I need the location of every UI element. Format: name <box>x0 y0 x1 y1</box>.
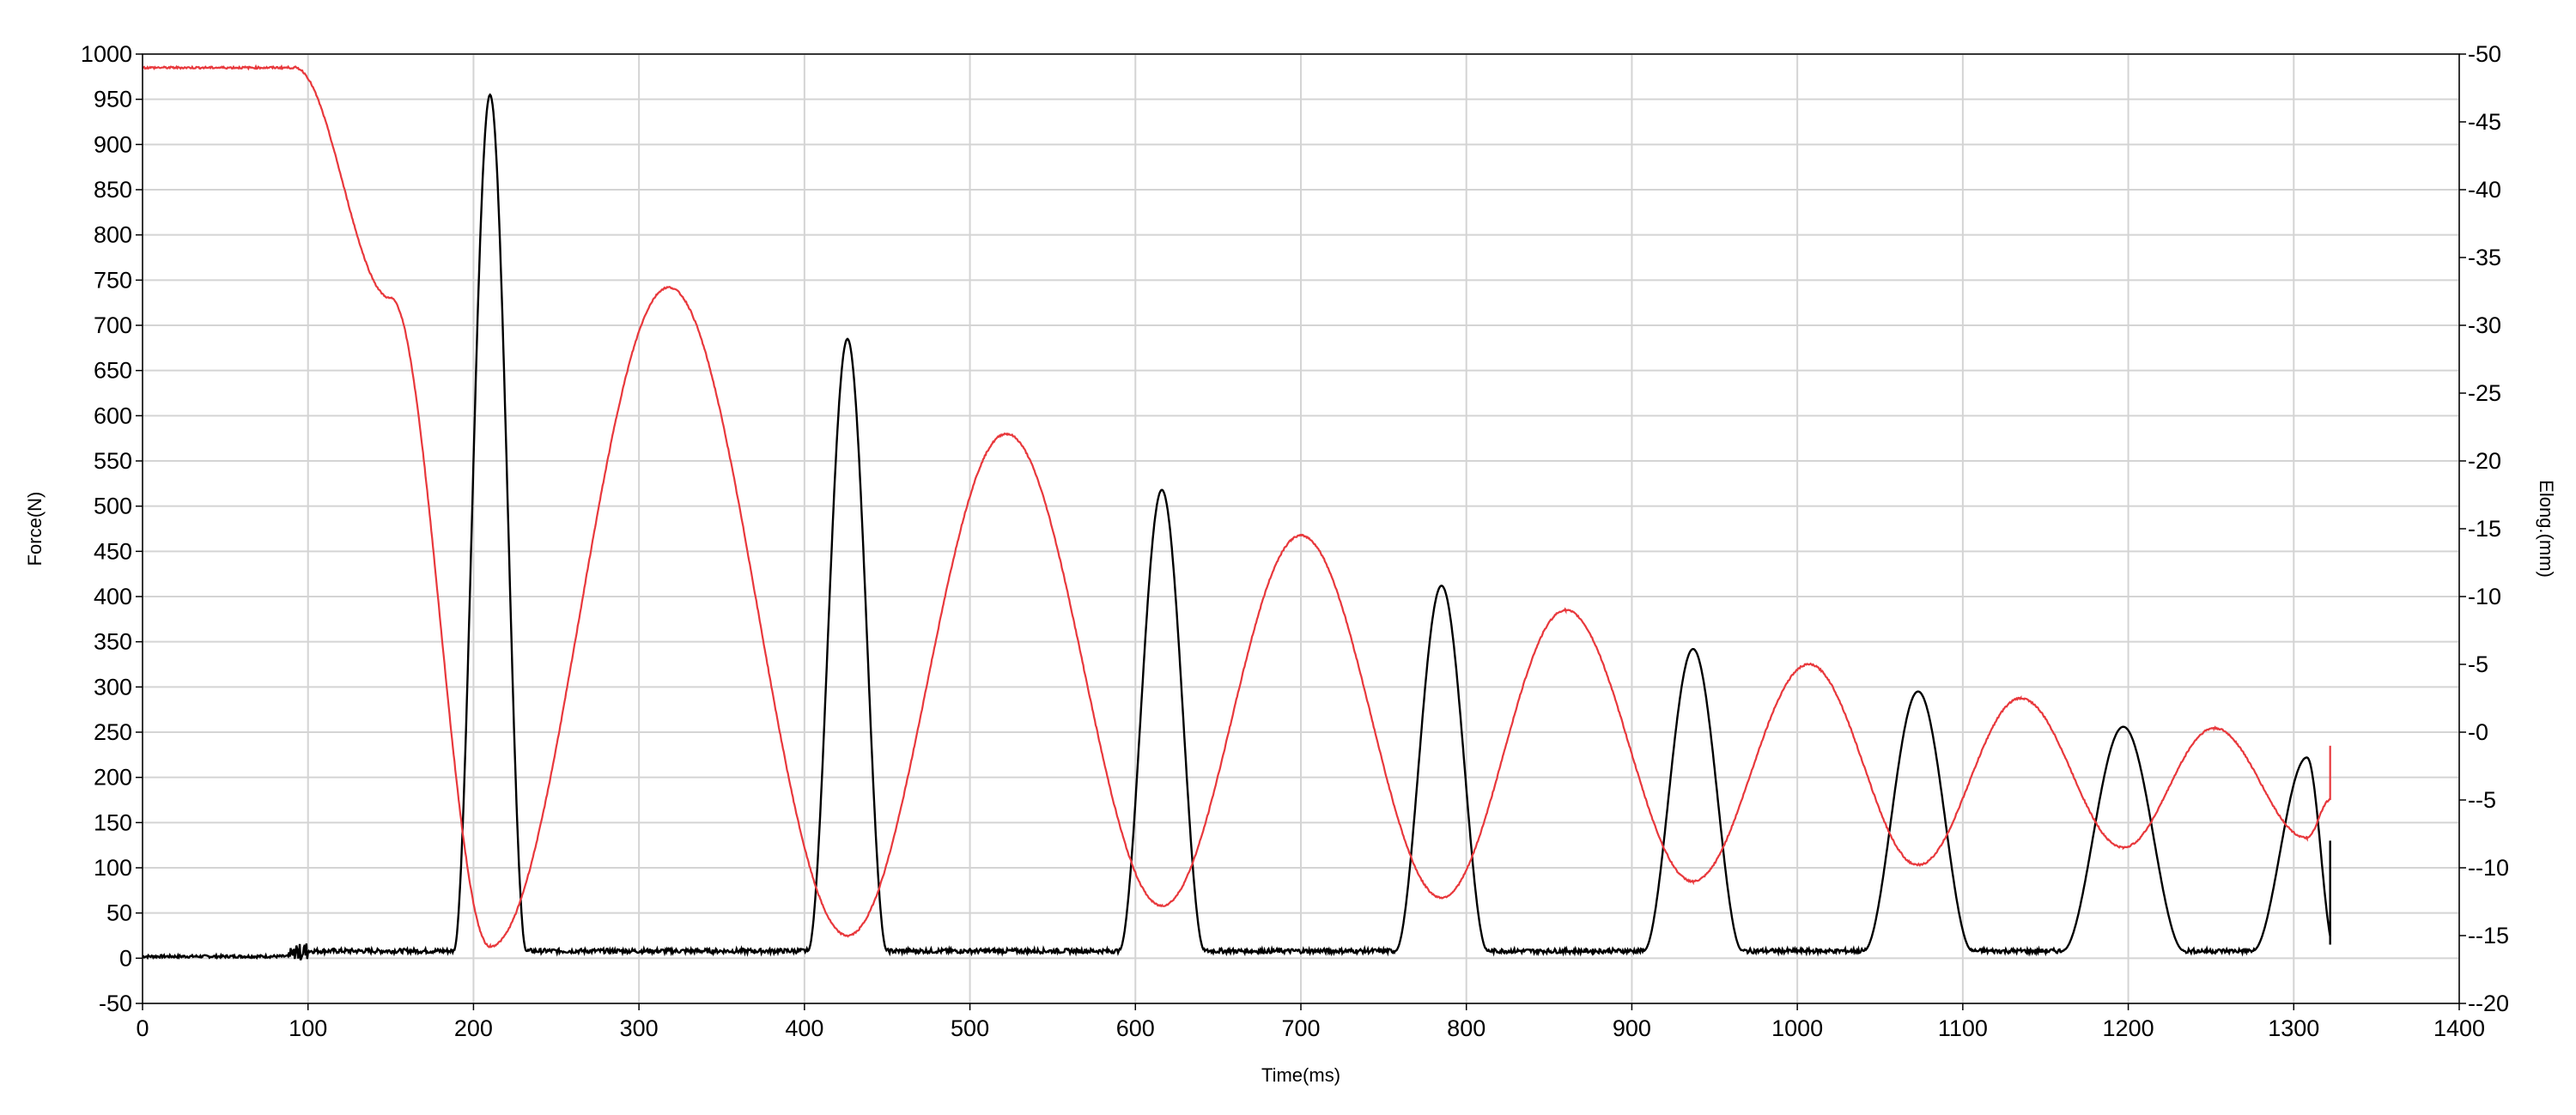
left-tick-label: 250 <box>94 719 132 745</box>
left-tick-label: 400 <box>94 584 132 609</box>
right-tick-label: -20 <box>2468 448 2501 474</box>
left-tick-label: 700 <box>94 312 132 338</box>
right-tick-label: -50 <box>2468 41 2501 67</box>
x-tick-label: 1400 <box>2433 1015 2485 1041</box>
x-tick-label: 500 <box>951 1015 989 1041</box>
right-tick-label: -35 <box>2468 245 2501 270</box>
left-tick-label: 550 <box>94 448 132 474</box>
right-tick-label: -40 <box>2468 177 2501 203</box>
x-tick-label: 400 <box>785 1015 823 1041</box>
right-tick-label: --5 <box>2468 787 2496 813</box>
x-tick-label: 0 <box>136 1015 149 1041</box>
right-axis-ticks: --20 --15 --10 --5 -0 -5 -10 -15 -20 -25 -30 -35 -40… <box>2459 41 2509 1016</box>
left-tick-label: 0 <box>119 945 132 971</box>
left-axis-title: Force(N) <box>24 492 46 567</box>
x-axis-title: Time(ms) <box>1261 1064 1340 1086</box>
left-tick-label: 350 <box>94 629 132 655</box>
x-axis-ticks: 0 100 200 300 400 500 600 700 800 900 1000 1100 1200… <box>136 1003 2485 1041</box>
x-tick-label: 700 <box>1281 1015 1320 1041</box>
left-tick-label: 450 <box>94 538 132 564</box>
right-tick-label: -30 <box>2468 312 2501 338</box>
x-tick-label: 1300 <box>2268 1015 2319 1041</box>
x-tick-label: 100 <box>289 1015 327 1041</box>
x-tick-label: 1100 <box>1938 1015 1988 1041</box>
right-tick-label: -10 <box>2468 584 2501 609</box>
right-axis-title: Elong.(mm) <box>2536 480 2557 578</box>
x-tick-label: 200 <box>454 1015 493 1041</box>
right-tick-label: --20 <box>2468 991 2509 1016</box>
left-tick-label: 800 <box>94 222 132 248</box>
left-tick-label: 500 <box>94 494 132 519</box>
x-tick-label: 1000 <box>1771 1015 1823 1041</box>
left-tick-label: 100 <box>94 855 132 881</box>
force-elongation-chart: 0 100 200 300 400 500 600 700 800 900 1000 1100 1200… <box>24 41 2557 1086</box>
x-tick-label: 300 <box>620 1015 659 1041</box>
left-tick-label: 750 <box>94 267 132 293</box>
left-tick-label: -50 <box>99 991 132 1016</box>
right-tick-label: -25 <box>2468 380 2501 406</box>
right-tick-label: --15 <box>2468 923 2509 948</box>
series-lines <box>142 64 2331 961</box>
chart-container: 0 100 200 300 400 500 600 700 800 900 1000 1100 1200… <box>0 0 2576 1115</box>
x-tick-label: 1200 <box>2103 1015 2154 1041</box>
left-tick-label: 850 <box>94 177 132 203</box>
right-tick-label: -0 <box>2468 719 2488 745</box>
left-tick-label: 1000 <box>81 41 132 67</box>
gridlines <box>142 53 2460 1004</box>
left-tick-label: 900 <box>94 131 132 157</box>
left-tick-label: 200 <box>94 765 132 791</box>
left-tick-label: 50 <box>106 900 132 926</box>
left-tick-label: 300 <box>94 674 132 700</box>
right-tick-label: -5 <box>2468 651 2488 677</box>
left-tick-label: 150 <box>94 809 132 835</box>
force-series-line <box>142 93 2331 961</box>
x-tick-label: 900 <box>1613 1015 1651 1041</box>
right-tick-label: -15 <box>2468 516 2501 542</box>
x-tick-label: 600 <box>1116 1015 1155 1041</box>
left-axis-ticks: -50 0 50 100 150 200 250 300 350 400 450 500 550 600 6… <box>81 41 143 1016</box>
right-tick-label: -45 <box>2468 109 2501 135</box>
x-tick-label: 800 <box>1447 1015 1485 1041</box>
left-tick-label: 600 <box>94 403 132 428</box>
right-tick-label: --10 <box>2468 855 2509 881</box>
left-tick-label: 950 <box>94 87 132 112</box>
left-tick-label: 650 <box>94 358 132 384</box>
